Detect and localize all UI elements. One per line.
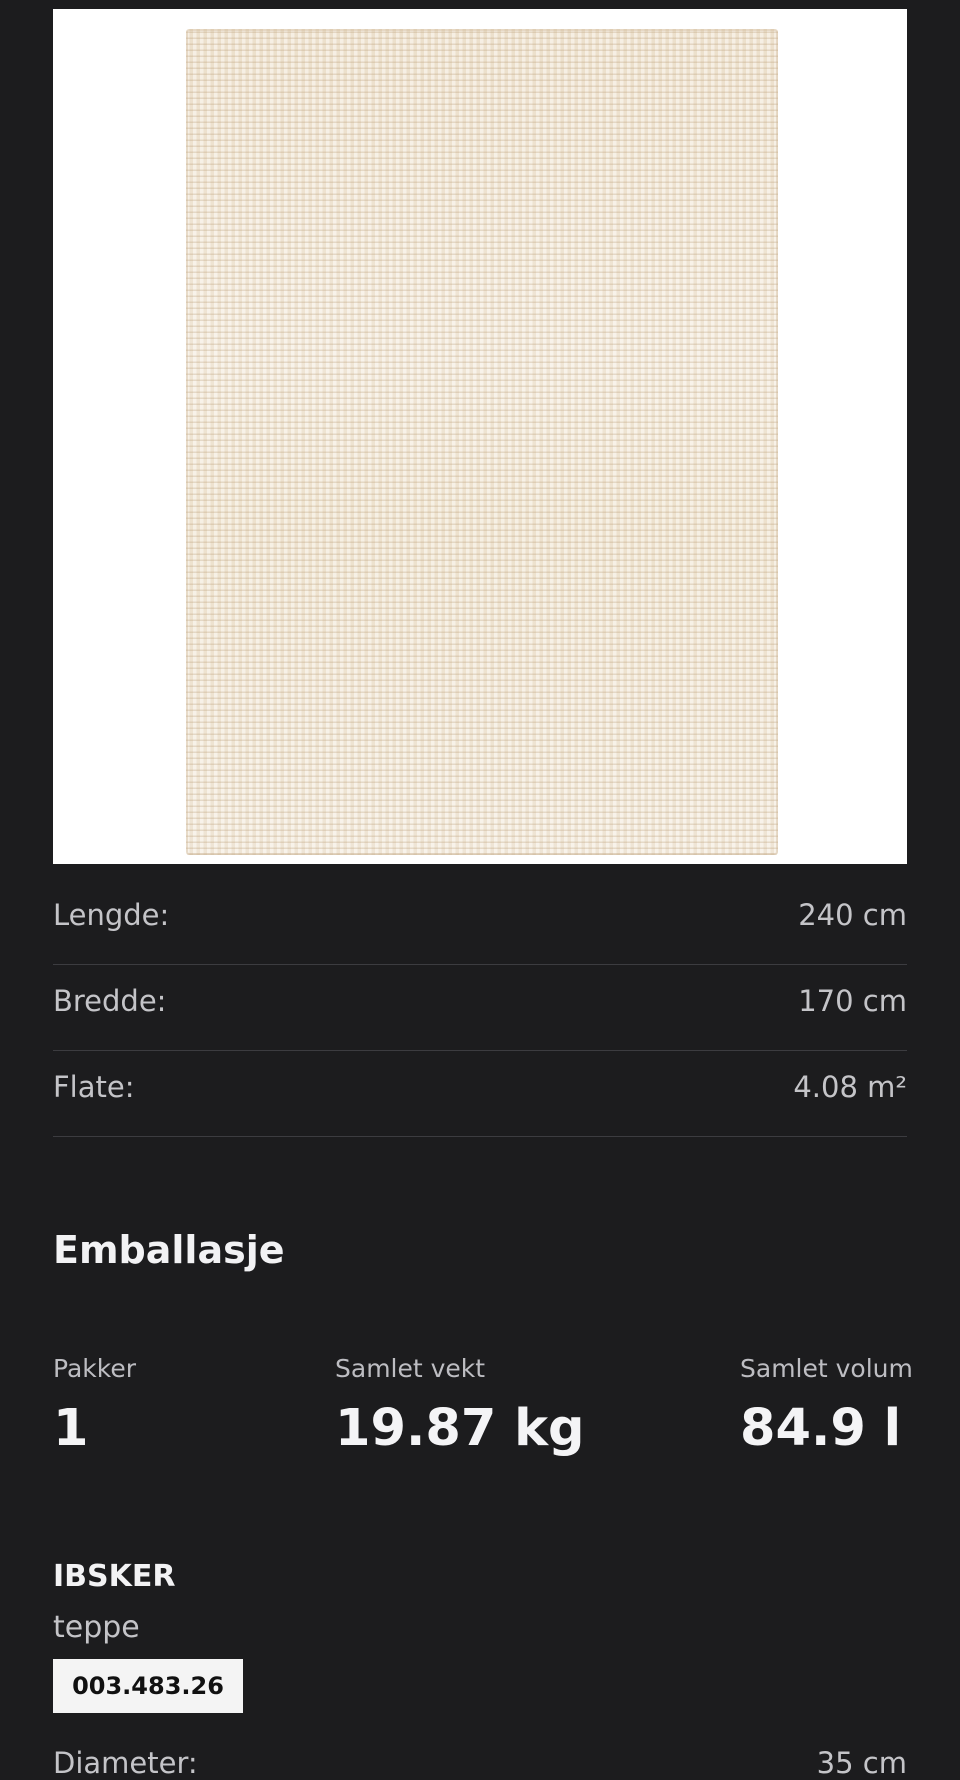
spec-value: 240 cm: [798, 898, 907, 932]
spec-label: Flate:: [53, 1070, 135, 1104]
spec-value: 35 cm: [816, 1746, 907, 1780]
rug-photo: [186, 29, 778, 855]
stat-total-volume: Samlet volum 84.9 l: [740, 1354, 913, 1458]
product-name: IBSKER: [53, 1559, 176, 1594]
product-image: [53, 9, 907, 864]
product-type: teppe: [53, 1610, 140, 1645]
spec-row-length: Lengde: 240 cm: [53, 878, 907, 965]
article-number-badge: 003.483.26: [53, 1659, 243, 1713]
spec-label: Bredde:: [53, 984, 167, 1018]
spec-row-area: Flate: 4.08 m²: [53, 1050, 907, 1137]
spec-label: Lengde:: [53, 898, 170, 932]
stat-label: Samlet vekt: [335, 1354, 486, 1383]
stat-value: 1: [53, 1399, 89, 1458]
stat-value: 84.9 l: [740, 1399, 902, 1458]
spec-row-width: Bredde: 170 cm: [53, 964, 907, 1051]
stat-label: Pakker: [53, 1354, 136, 1383]
stat-label: Samlet volum: [740, 1354, 913, 1383]
packaging-heading: Emballasje: [53, 1228, 285, 1272]
spec-label: Diameter:: [53, 1746, 198, 1780]
stat-packages: Pakker 1: [53, 1354, 136, 1458]
stat-total-weight: Samlet vekt 19.87 kg: [335, 1354, 585, 1458]
stat-value: 19.87 kg: [335, 1399, 585, 1458]
spec-value: 170 cm: [798, 984, 907, 1018]
spec-value: 4.08 m²: [793, 1070, 907, 1104]
